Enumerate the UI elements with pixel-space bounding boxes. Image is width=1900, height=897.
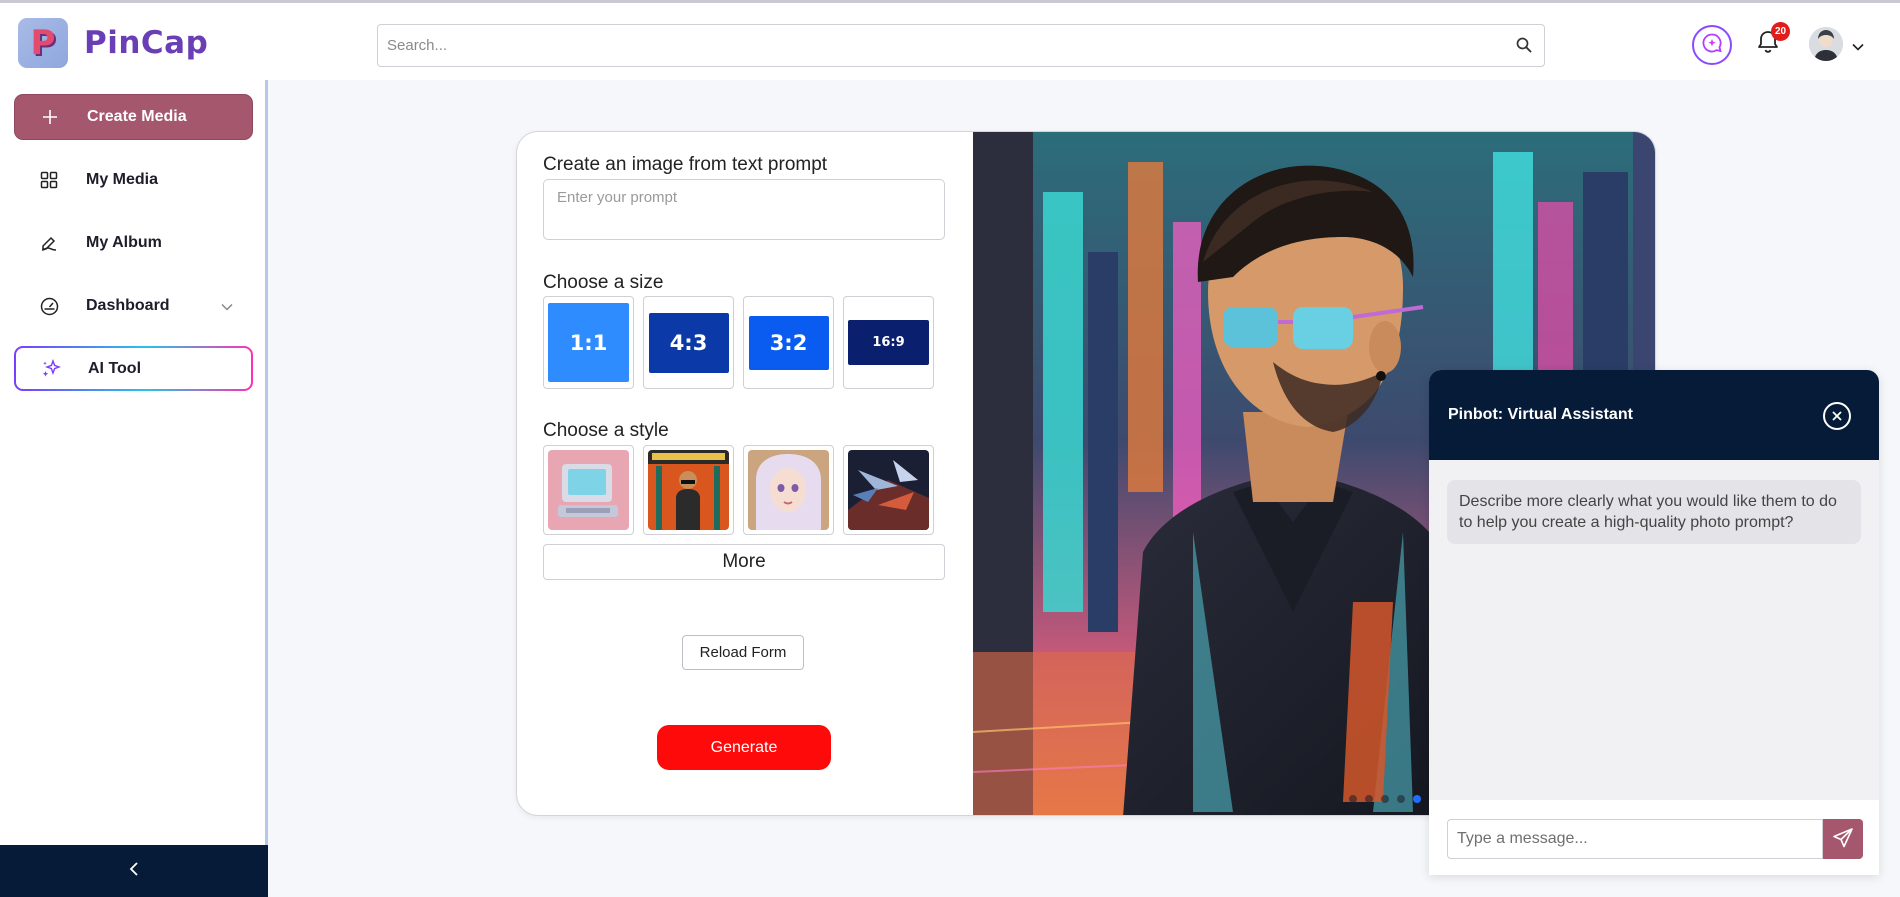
- chevron-down-icon[interactable]: [221, 298, 233, 316]
- gauge-icon: [38, 295, 60, 317]
- sidebar-item-my-album[interactable]: My Album: [14, 220, 253, 266]
- prompt-label: Create an image from text prompt: [543, 154, 828, 175]
- prompt-input[interactable]: [543, 179, 945, 240]
- close-icon[interactable]: [1823, 402, 1851, 430]
- chat-composer: [1429, 800, 1879, 875]
- search-input[interactable]: [378, 25, 1478, 66]
- chat-title: Pinbot: Virtual Assistant: [1448, 406, 1633, 423]
- size-label-4-3: 4:3: [648, 312, 729, 373]
- avatar[interactable]: [1809, 27, 1843, 61]
- grid-icon: [38, 169, 60, 191]
- size-label-16-9: 16:9: [848, 320, 929, 365]
- style-thumbnail: [648, 450, 729, 530]
- chat-assistant-button[interactable]: [1692, 25, 1732, 65]
- style-options: [543, 445, 934, 535]
- carousel-dot[interactable]: [1349, 795, 1357, 803]
- virtual-assistant-panel: Pinbot: Virtual Assistant Describe more …: [1429, 370, 1879, 875]
- style-label: Choose a style: [543, 420, 669, 441]
- carousel-dot[interactable]: [1397, 795, 1405, 803]
- sidebar-item-label: Dashboard: [86, 297, 170, 314]
- send-icon: [1832, 827, 1854, 852]
- bot-message: Describe more clearly what you would lik…: [1447, 480, 1861, 544]
- sidebar-item-my-media[interactable]: My Media: [14, 157, 253, 203]
- search-bar: [377, 24, 1545, 67]
- sidebar-item-label: My Album: [86, 234, 162, 251]
- size-label-1-1: 1:1: [548, 303, 629, 382]
- carousel-dot[interactable]: [1381, 795, 1389, 803]
- style-option-retro-computer[interactable]: [543, 445, 634, 535]
- size-option-3-2[interactable]: 3:2: [743, 296, 834, 389]
- notification-badge: 20: [1771, 22, 1790, 41]
- carousel-dot[interactable]: [1333, 795, 1341, 803]
- pen-icon: [38, 232, 60, 254]
- sidebar-item-label: AI Tool: [88, 359, 142, 377]
- sparkles-icon: [40, 358, 62, 380]
- size-options: 1:1 4:3 3:2 16:9: [543, 296, 934, 389]
- chat-messages: Describe more clearly what you would lik…: [1429, 460, 1879, 800]
- chat-message-input[interactable]: [1447, 819, 1823, 859]
- style-thumbnail: [748, 450, 829, 530]
- sidebar-item-label: Create Media: [87, 108, 187, 125]
- sidebar-item-ai-tool[interactable]: AI Tool: [14, 346, 253, 391]
- send-button[interactable]: [1823, 819, 1863, 859]
- style-option-anime-portrait[interactable]: [743, 445, 834, 535]
- more-styles-button[interactable]: More: [543, 544, 945, 580]
- generator-form: Create an image from text prompt Choose …: [517, 132, 972, 815]
- style-thumbnail: [548, 450, 629, 530]
- carousel-dot[interactable]: [1365, 795, 1373, 803]
- generate-button[interactable]: Generate: [657, 725, 831, 770]
- sidebar: Create Media My Media My Album Dashboard…: [0, 80, 268, 897]
- style-option-abstract-shards[interactable]: [843, 445, 934, 535]
- chevron-down-icon[interactable]: [1852, 38, 1864, 56]
- plus-icon: [39, 106, 61, 128]
- size-option-1-1[interactable]: 1:1: [543, 296, 634, 389]
- app-logo[interactable]: P PinCap: [18, 18, 208, 68]
- reload-form-button[interactable]: Reload Form: [682, 635, 804, 670]
- size-label: Choose a size: [543, 272, 664, 293]
- sidebar-item-dashboard[interactable]: Dashboard: [14, 283, 253, 329]
- carousel-indicators: [1333, 795, 1421, 803]
- style-thumbnail: [848, 450, 929, 530]
- top-bar: P PinCap 20: [0, 0, 1900, 80]
- sidebar-item-create-media[interactable]: Create Media: [14, 94, 253, 140]
- sidebar-item-label: My Media: [86, 171, 159, 188]
- logo-letter: P: [30, 23, 56, 63]
- logo-mark: P: [18, 18, 68, 68]
- sidebar-collapse-button[interactable]: [0, 845, 268, 897]
- chat-header: Pinbot: Virtual Assistant: [1429, 370, 1879, 460]
- chat-sparkle-icon: [1701, 32, 1723, 59]
- app-name: PinCap: [84, 25, 209, 61]
- size-label-3-2: 3:2: [748, 315, 829, 370]
- size-option-16-9[interactable]: 16:9: [843, 296, 934, 389]
- size-option-4-3[interactable]: 4:3: [643, 296, 734, 389]
- search-icon[interactable]: [1516, 37, 1532, 58]
- style-option-poster-figure[interactable]: [643, 445, 734, 535]
- chevron-left-icon: [129, 861, 139, 882]
- carousel-dot-active[interactable]: [1413, 795, 1421, 803]
